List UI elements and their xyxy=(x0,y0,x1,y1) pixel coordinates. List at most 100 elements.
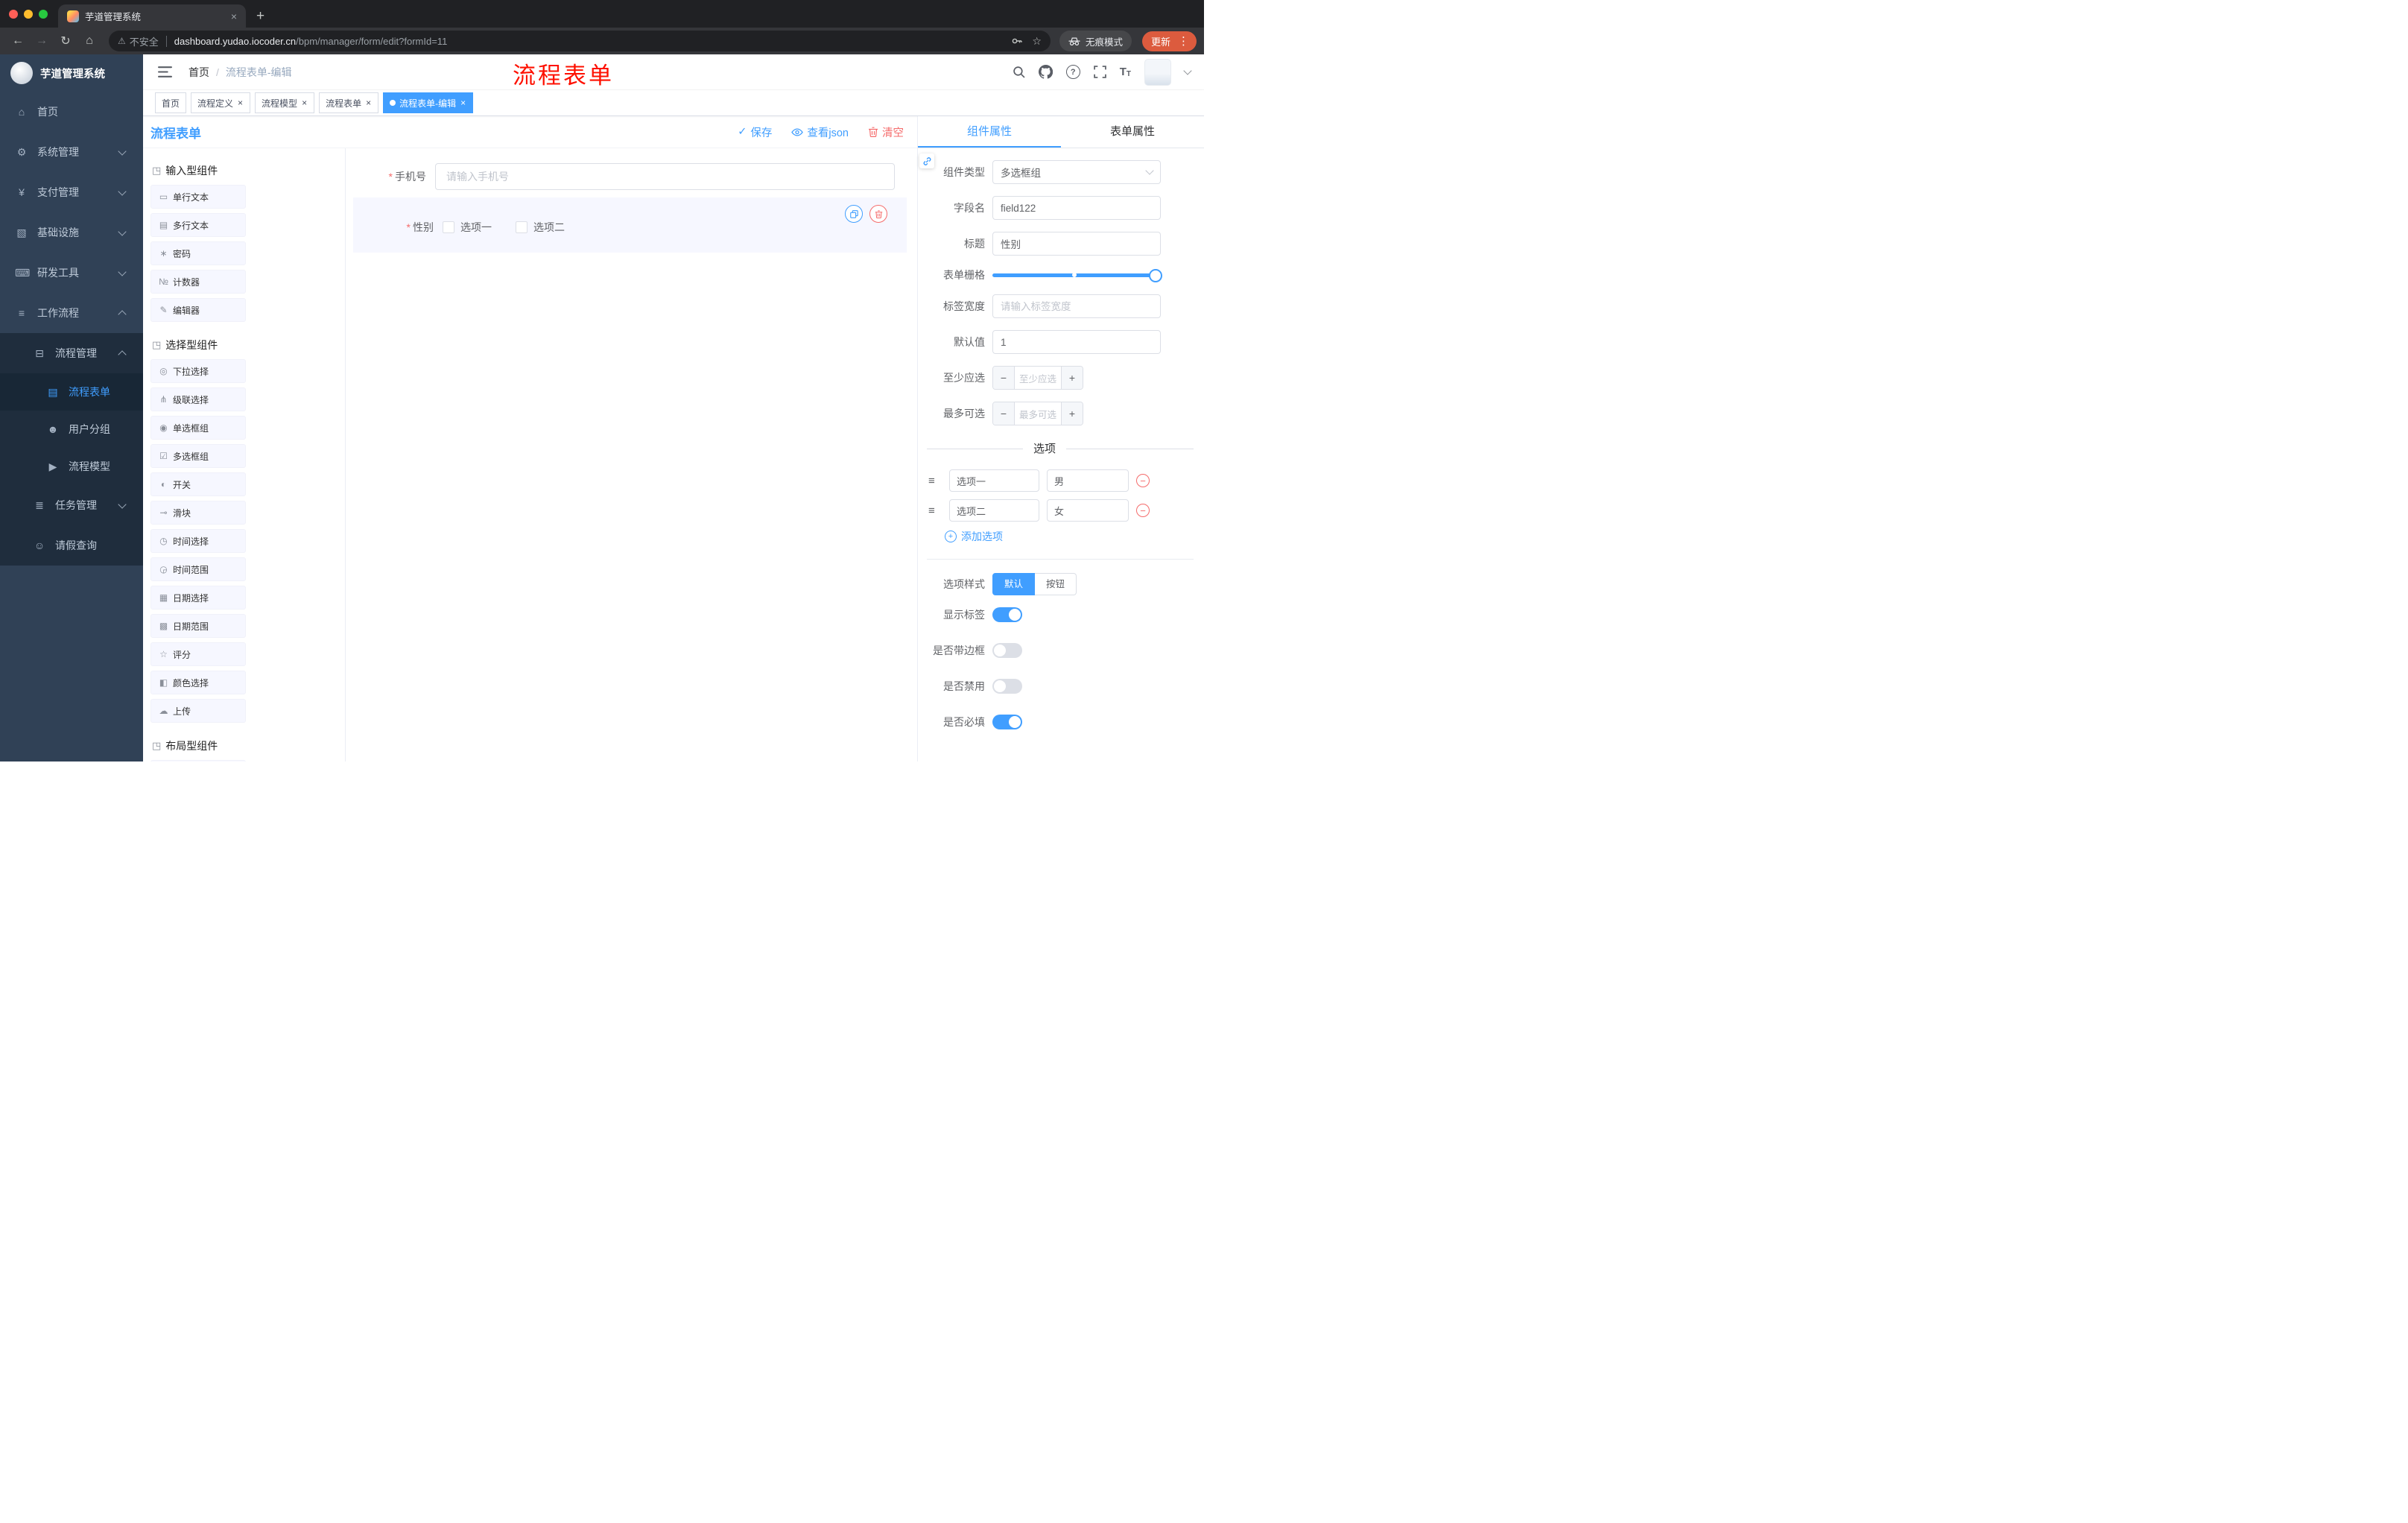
drag-handle-icon[interactable]: ≡ xyxy=(928,504,943,517)
remove-option-icon[interactable]: − xyxy=(1136,504,1150,517)
sidebar-menu-item[interactable]: ⌨ 研发工具 xyxy=(0,253,143,293)
home-button[interactable]: ⌂ xyxy=(79,31,100,51)
search-icon[interactable] xyxy=(1013,66,1025,78)
phone-field[interactable]: * 手机号 xyxy=(353,163,907,190)
tag[interactable]: 流程表单-编辑 × xyxy=(383,92,474,113)
delete-widget-button[interactable] xyxy=(869,205,887,223)
sidebar-logo[interactable]: 芋道管理系统 xyxy=(0,54,143,92)
toggle-switch[interactable] xyxy=(992,607,1022,622)
tag[interactable]: 流程定义 × xyxy=(191,92,251,113)
copy-widget-button[interactable] xyxy=(845,205,863,223)
checkbox-icon[interactable] xyxy=(516,221,527,233)
component-chip[interactable]: ◫ 行容器 xyxy=(150,760,246,762)
sidebar-menu-item[interactable]: ¥ 支付管理 xyxy=(0,172,143,212)
component-chip[interactable]: ⊸ 滑块 xyxy=(150,501,246,525)
save-button[interactable]: ✓ 保存 xyxy=(738,124,772,140)
grid-slider[interactable] xyxy=(992,269,1162,282)
component-chip[interactable]: ∗ 密码 xyxy=(150,241,246,265)
component-chip[interactable]: ▦ 日期选择 xyxy=(150,586,246,609)
slider-handle[interactable] xyxy=(1149,269,1162,282)
sidebar-menu-item[interactable]: ⚙ 系统管理 xyxy=(0,132,143,172)
tag[interactable]: 流程表单 × xyxy=(319,92,379,113)
sidebar-menu-item[interactable]: ⊟ 流程管理 xyxy=(0,333,143,373)
tag-close-icon[interactable]: × xyxy=(237,98,244,108)
component-chip[interactable]: ◷ 时间选择 xyxy=(150,529,246,553)
sidebar-menu-item[interactable]: ▶ 流程模型 xyxy=(0,448,143,485)
component-chip[interactable]: ✎ 编辑器 xyxy=(150,298,246,322)
option-value-input[interactable] xyxy=(1047,469,1129,492)
checkbox-option[interactable]: 选项二 xyxy=(516,220,565,235)
browser-tab[interactable]: 芋道管理系统 × xyxy=(58,4,246,28)
min-select-value[interactable]: 至少应选 xyxy=(1015,367,1061,389)
option-label-input[interactable] xyxy=(949,499,1039,522)
increment-button[interactable]: + xyxy=(1061,367,1083,389)
sidebar-menu-item[interactable]: ⌂ 首页 xyxy=(0,92,143,132)
form-canvas[interactable]: * 手机号 请输入手机号 * 性别 选项一 选项二 xyxy=(346,148,917,762)
gender-field-selected[interactable]: * 性别 选项一 选项二 xyxy=(353,197,907,253)
fullscreen-icon[interactable] xyxy=(1093,66,1106,78)
component-chip[interactable]: ☑ 多选框组 xyxy=(150,444,246,468)
tag[interactable]: 首页 × xyxy=(155,92,187,113)
github-icon[interactable] xyxy=(1038,65,1053,79)
reload-button[interactable]: ↻ xyxy=(55,31,76,51)
sidebar-menu-item[interactable]: ☻ 用户分组 xyxy=(0,411,143,448)
increment-button[interactable]: + xyxy=(1061,402,1083,425)
toggle-switch[interactable] xyxy=(992,715,1022,729)
component-chip[interactable]: № 计数器 xyxy=(150,270,246,294)
default-value-input[interactable] xyxy=(992,330,1161,354)
bookmark-star-icon[interactable]: ☆ xyxy=(1032,35,1042,48)
remove-option-icon[interactable]: − xyxy=(1136,474,1150,487)
link-icon[interactable] xyxy=(919,153,934,168)
avatar-caret-icon[interactable] xyxy=(1183,66,1192,75)
update-browser-button[interactable]: 更新 ⋮ xyxy=(1141,31,1197,51)
label-width-input[interactable] xyxy=(992,294,1161,318)
help-icon[interactable]: ? xyxy=(1065,65,1080,79)
sidebar-menu-item[interactable]: ☺ 请假查询 xyxy=(0,525,143,566)
component-chip[interactable]: ◉ 单选框组 xyxy=(150,416,246,440)
user-avatar[interactable] xyxy=(1144,58,1171,86)
title-input[interactable] xyxy=(992,232,1161,256)
close-window-button[interactable] xyxy=(9,9,18,19)
max-select-value[interactable]: 最多可选 xyxy=(1015,402,1061,425)
component-chip[interactable]: ◧ 颜色选择 xyxy=(150,671,246,694)
checkbox-icon[interactable] xyxy=(443,221,454,233)
decrement-button[interactable]: − xyxy=(993,367,1015,389)
clear-button[interactable]: 清空 xyxy=(868,124,904,140)
toggle-switch[interactable] xyxy=(992,643,1022,658)
sidebar-menu-item[interactable]: ▧ 基础设施 xyxy=(0,212,143,253)
sidebar-menu-item[interactable]: ≣ 任务管理 xyxy=(0,485,143,525)
view-json-button[interactable]: 查看json xyxy=(791,124,849,140)
sidebar-menu-item[interactable]: ▤ 流程表单 xyxy=(0,373,143,411)
component-chip[interactable]: ◶ 时间范围 xyxy=(150,557,246,581)
option-value-input[interactable] xyxy=(1047,499,1129,522)
phone-input[interactable] xyxy=(435,163,895,190)
font-size-icon[interactable]: TT xyxy=(1120,66,1131,78)
tab-component-props[interactable]: 组件属性 xyxy=(918,116,1061,148)
browser-menu-kebab-icon[interactable]: ⋮ xyxy=(1175,34,1192,48)
component-chip[interactable]: ▤ 多行文本 xyxy=(150,213,246,237)
component-chip[interactable]: ⋔ 级联选择 xyxy=(150,387,246,411)
component-chip[interactable]: ◎ 下拉选择 xyxy=(150,359,246,383)
style-default-button[interactable]: 默认 xyxy=(992,573,1036,595)
toggle-switch[interactable] xyxy=(992,679,1022,694)
component-chip[interactable]: ☆ 评分 xyxy=(150,642,246,666)
forward-button[interactable]: → xyxy=(31,31,52,51)
tag-close-icon[interactable]: × xyxy=(301,98,308,108)
hamburger-icon[interactable] xyxy=(155,63,175,80)
option-label-input[interactable] xyxy=(949,469,1039,492)
field-name-input[interactable] xyxy=(992,196,1161,220)
decrement-button[interactable]: − xyxy=(993,402,1015,425)
component-chip[interactable]: ☁ 上传 xyxy=(150,699,246,723)
minimize-window-button[interactable] xyxy=(24,9,33,19)
component-chip[interactable]: ▭ 单行文本 xyxy=(150,185,246,209)
tag-close-icon[interactable]: × xyxy=(365,98,372,108)
new-tab-button[interactable]: + xyxy=(246,4,275,28)
checkbox-option[interactable]: 选项一 xyxy=(443,220,492,235)
style-button-button[interactable]: 按钮 xyxy=(1035,573,1077,595)
address-bar[interactable]: ⚠ 不安全 dashboard.yudao.iocoder.cn /bpm/ma… xyxy=(109,31,1051,51)
tab-close-icon[interactable]: × xyxy=(228,10,240,22)
component-chip[interactable]: ◐ 开关 xyxy=(150,472,246,496)
component-chip[interactable]: ▩ 日期范围 xyxy=(150,614,246,638)
zoom-window-button[interactable] xyxy=(39,9,48,19)
sidebar-menu-item[interactable]: ≡ 工作流程 xyxy=(0,293,143,333)
